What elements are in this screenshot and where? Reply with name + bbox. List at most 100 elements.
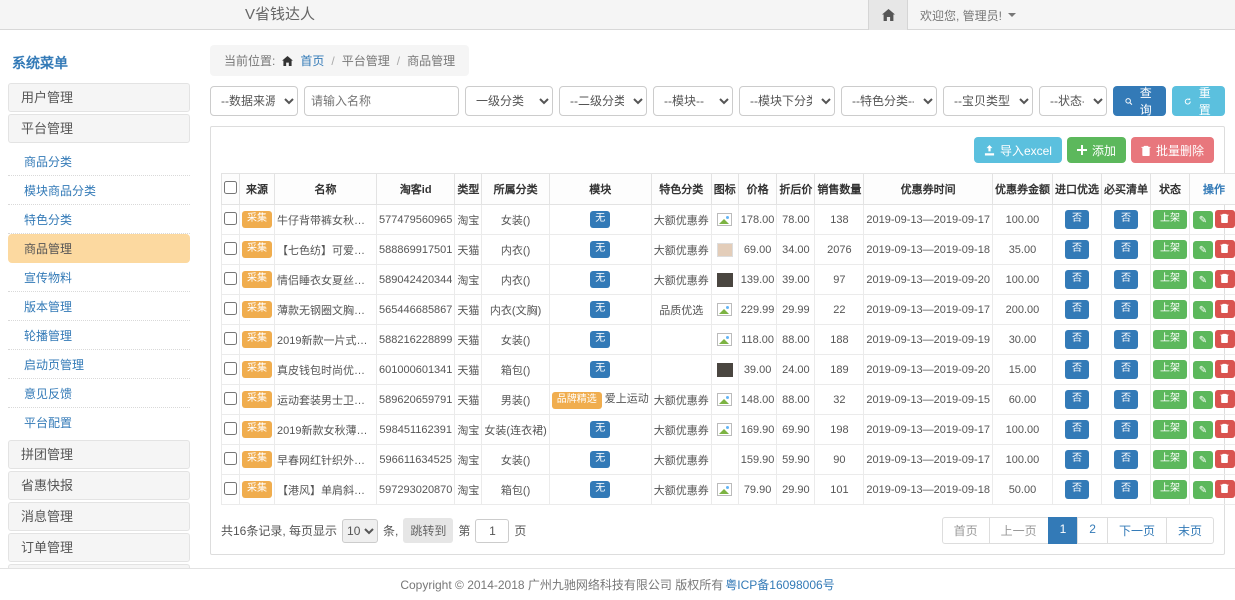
row-checkbox[interactable] [224, 392, 237, 405]
delete-button[interactable] [1215, 360, 1235, 378]
add-button[interactable]: 添加 [1067, 137, 1126, 163]
must-buy-badge[interactable]: 否 [1114, 420, 1138, 439]
search-button[interactable]: 查询 [1113, 86, 1166, 116]
status-badge[interactable]: 上架 [1153, 480, 1187, 499]
status-badge[interactable]: 上架 [1153, 330, 1187, 349]
page-button[interactable]: 2 [1077, 517, 1108, 544]
row-checkbox[interactable] [224, 242, 237, 255]
row-checkbox[interactable] [224, 302, 237, 315]
sidebar-subitem[interactable]: 商品分类 [8, 147, 190, 176]
must-buy-badge[interactable]: 否 [1114, 360, 1138, 379]
delete-button[interactable] [1215, 270, 1235, 288]
must-buy-badge[interactable]: 否 [1114, 240, 1138, 259]
filter-select-feature-category[interactable]: --特色分类-- [841, 86, 937, 116]
must-buy-badge[interactable]: 否 [1114, 270, 1138, 289]
per-page-select[interactable]: 10 [342, 519, 378, 543]
page-button[interactable]: 上一页 [989, 517, 1049, 544]
status-badge[interactable]: 上架 [1153, 240, 1187, 259]
delete-button[interactable] [1215, 480, 1235, 498]
status-badge[interactable]: 上架 [1153, 360, 1187, 379]
jump-page-input[interactable] [475, 519, 509, 543]
sidebar-subitem[interactable]: 轮播管理 [8, 321, 190, 350]
import-select-badge[interactable]: 否 [1065, 390, 1089, 409]
edit-button[interactable]: ✎ [1193, 391, 1213, 409]
row-checkbox[interactable] [224, 272, 237, 285]
filter-select-level2-category[interactable]: --二级分类-- [559, 86, 647, 116]
sidebar-subitem[interactable]: 宣传物料 [8, 263, 190, 292]
import-select-badge[interactable]: 否 [1065, 480, 1089, 499]
user-menu[interactable]: 欢迎您, 管理员! [920, 0, 1016, 30]
sidebar-subitem[interactable]: 模块商品分类 [8, 176, 190, 205]
filter-select-data-source[interactable]: --数据来源-- [210, 86, 298, 116]
import-select-badge[interactable]: 否 [1065, 300, 1089, 319]
page-button[interactable]: 末页 [1166, 517, 1214, 544]
delete-button[interactable] [1215, 420, 1235, 438]
sidebar-item[interactable]: 消息管理 [8, 502, 190, 531]
row-checkbox[interactable] [224, 212, 237, 225]
row-checkbox[interactable] [224, 422, 237, 435]
page-button[interactable]: 下一页 [1107, 517, 1167, 544]
filter-select-module[interactable]: --模块-- [653, 86, 733, 116]
edit-button[interactable]: ✎ [1193, 241, 1213, 259]
sidebar-subitem[interactable]: 意见反馈 [8, 379, 190, 408]
sidebar-subitem[interactable]: 启动页管理 [8, 350, 190, 379]
status-badge[interactable]: 上架 [1153, 390, 1187, 409]
delete-button[interactable] [1215, 330, 1235, 348]
status-badge[interactable]: 上架 [1153, 450, 1187, 469]
page-button[interactable]: 首页 [942, 517, 990, 544]
status-badge[interactable]: 上架 [1153, 420, 1187, 439]
name-search-input[interactable] [304, 86, 459, 116]
sidebar-subitem[interactable]: 商品管理 [8, 234, 190, 263]
import-select-badge[interactable]: 否 [1065, 360, 1089, 379]
must-buy-badge[interactable]: 否 [1114, 330, 1138, 349]
edit-button[interactable]: ✎ [1193, 331, 1213, 349]
edit-button[interactable]: ✎ [1193, 481, 1213, 499]
home-button[interactable] [868, 0, 908, 30]
breadcrumb-home-link[interactable]: 首页 [300, 52, 324, 69]
sidebar-item[interactable]: 订单管理 [8, 533, 190, 562]
must-buy-badge[interactable]: 否 [1114, 450, 1138, 469]
import-select-badge[interactable]: 否 [1065, 210, 1089, 229]
status-badge[interactable]: 上架 [1153, 210, 1187, 229]
select-all-checkbox[interactable] [224, 181, 237, 194]
sidebar-subitem[interactable]: 版本管理 [8, 292, 190, 321]
must-buy-badge[interactable]: 否 [1114, 390, 1138, 409]
delete-button[interactable] [1215, 240, 1235, 258]
row-checkbox[interactable] [224, 482, 237, 495]
import-select-badge[interactable]: 否 [1065, 240, 1089, 259]
import-excel-button[interactable]: 导入excel [974, 137, 1062, 163]
filter-select-level1-category[interactable]: 一级分类 [465, 86, 553, 116]
edit-button[interactable]: ✎ [1193, 271, 1213, 289]
edit-button[interactable]: ✎ [1193, 211, 1213, 229]
edit-button[interactable]: ✎ [1193, 451, 1213, 469]
sidebar-item[interactable]: 省惠快报 [8, 471, 190, 500]
sidebar-subitem[interactable]: 特色分类 [8, 205, 190, 234]
filter-select-module-subcategory[interactable]: --模块下分类-- [739, 86, 835, 116]
batch-delete-button[interactable]: 批量删除 [1131, 137, 1214, 163]
import-select-badge[interactable]: 否 [1065, 330, 1089, 349]
edit-button[interactable]: ✎ [1193, 301, 1213, 319]
page-button[interactable]: 1 [1048, 517, 1079, 544]
sidebar-item[interactable]: 拼团管理 [8, 440, 190, 469]
status-badge[interactable]: 上架 [1153, 300, 1187, 319]
must-buy-badge[interactable]: 否 [1114, 300, 1138, 319]
status-badge[interactable]: 上架 [1153, 270, 1187, 289]
import-select-badge[interactable]: 否 [1065, 270, 1089, 289]
row-checkbox[interactable] [224, 362, 237, 375]
row-checkbox[interactable] [224, 332, 237, 345]
row-checkbox[interactable] [224, 452, 237, 465]
must-buy-badge[interactable]: 否 [1114, 210, 1138, 229]
must-buy-badge[interactable]: 否 [1114, 480, 1138, 499]
jump-button[interactable]: 跳转到 [403, 518, 453, 543]
sidebar-item[interactable]: 平台管理 [8, 114, 190, 143]
delete-button[interactable] [1215, 210, 1235, 228]
edit-button[interactable]: ✎ [1193, 361, 1213, 379]
delete-button[interactable] [1215, 390, 1235, 408]
delete-button[interactable] [1215, 450, 1235, 468]
import-select-badge[interactable]: 否 [1065, 450, 1089, 469]
sidebar-subitem[interactable]: 平台配置 [8, 408, 190, 436]
edit-button[interactable]: ✎ [1193, 421, 1213, 439]
import-select-badge[interactable]: 否 [1065, 420, 1089, 439]
filter-select-status[interactable]: --状态-- [1039, 86, 1107, 116]
sidebar-item[interactable]: 用户管理 [8, 83, 190, 112]
